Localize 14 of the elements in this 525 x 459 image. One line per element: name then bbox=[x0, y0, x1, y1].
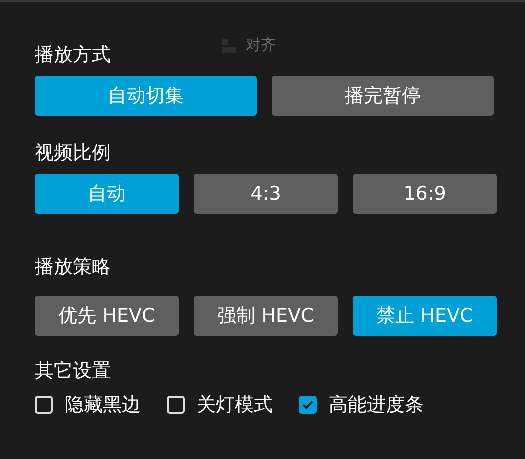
section-title: 播放方式 bbox=[35, 43, 111, 68]
section-title: 视频比例 bbox=[35, 141, 111, 166]
section-title: 其它设置 bbox=[35, 359, 111, 384]
option-button[interactable]: 优先 HEVC bbox=[35, 296, 179, 336]
check-icon bbox=[302, 400, 314, 410]
option-button[interactable]: 强制 HEVC bbox=[194, 296, 338, 336]
checkbox-label: 隐藏黑边 bbox=[65, 393, 141, 418]
checkbox-label: 高能进度条 bbox=[329, 393, 424, 418]
checkbox-label: 关灯模式 bbox=[197, 393, 273, 418]
option-button[interactable]: 16:9 bbox=[353, 174, 497, 214]
checkbox[interactable] bbox=[299, 396, 317, 414]
option-button[interactable]: 播完暂停 bbox=[272, 76, 494, 116]
section-title: 播放策略 bbox=[35, 255, 111, 280]
option-button[interactable]: 4:3 bbox=[194, 174, 338, 214]
